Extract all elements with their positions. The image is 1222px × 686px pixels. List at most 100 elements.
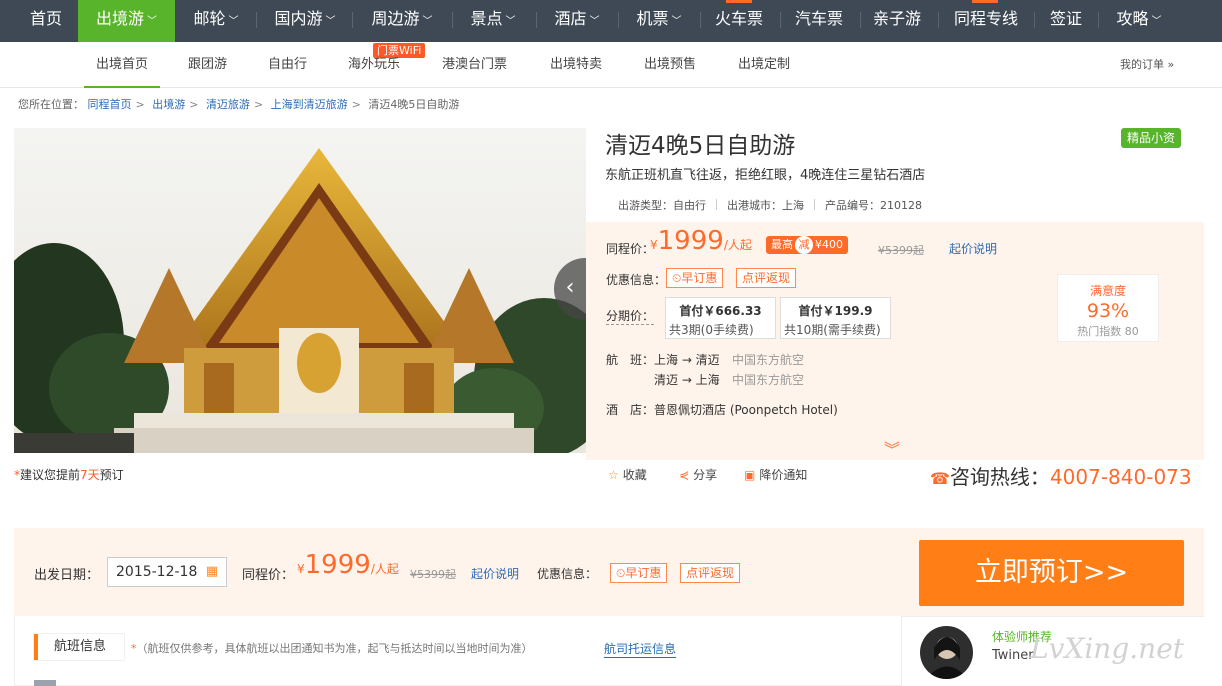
nav-guides[interactable]: 攻略 ﹀ [1104,0,1174,42]
nav-nearby[interactable]: 周边游 ﹀ [358,0,446,42]
breadcrumb-chiangmai[interactable]: 清迈旅游 [206,98,250,111]
booking-price-value: ¥1999/人起 [297,550,399,580]
nav-family[interactable]: 亲子游 [864,0,930,42]
subnav-label: 出境定制 [738,57,791,72]
booking-review-cashback-tag[interactable]: 点评返现 [680,563,741,583]
my-orders-label: 我的订单 [1120,58,1164,71]
subnav-outbound-home[interactable]: 出境首页 [84,42,160,88]
discount-amount: ¥400 [815,238,843,251]
subnav-hmt-tickets[interactable]: 港澳台门票 [442,42,507,88]
hotline-number: 4007-840-073 [1049,465,1192,489]
price-value: ¥1999/人起 [650,226,752,256]
subnav-label: 出境首页 [95,57,148,72]
breadcrumb-separator: > [189,98,199,111]
subnav-outbound-sale[interactable]: 出境特卖 [550,42,602,88]
nav-label: 汽车票 [794,9,843,28]
departure-date-input[interactable]: 2015-12-18 ▦ [107,557,227,587]
nav-flight[interactable]: 机票 ﹀ [624,0,694,42]
chevron-down-icon: ﹀ [505,16,516,27]
nav-label: 景点 [470,9,503,28]
temple-photo [14,128,586,453]
product-photo[interactable] [14,128,586,453]
top-nav: 首页 出境游 ﹀ 邮轮 ﹀ 国内游 ﹀ 周边游 ﹀ 景点 ﹀ 酒店 ﹀ 机票 ﹀ 火车票 汽车… [0,0,1222,42]
nav-label: 出境游 [95,9,144,28]
hotline-label: 咨询热线： [949,465,1050,489]
subnav-label: 自由行 [268,57,308,72]
subnav-label: 出境特卖 [550,57,603,72]
installment-label: 分期价： [606,309,655,325]
review-cashback-tag[interactable]: 点评返现 [736,268,797,288]
booking-hint: *建议您提前7天预订 [14,466,124,483]
share-button[interactable]: ⋞ 分享 [679,466,717,483]
nav-train[interactable]: 火车票 [706,0,772,42]
nav-divider [1034,12,1035,28]
favorite-label: 收藏 [622,468,647,482]
flight-note-text: （航班仅供参考，具体航班以出团通知书为准，起飞与抵达时间以当地时间为准） [136,642,533,655]
breadcrumb-separator: > [351,98,361,111]
subnav-custom[interactable]: 出境定制 [738,42,790,88]
chevron-down-icon: ﹀ [589,16,600,27]
breadcrumb-shanghai-chiangmai[interactable]: 上海到清迈旅游 [271,98,348,111]
nav-outbound[interactable]: 出境游 ﹀ [78,0,175,42]
expert-name[interactable]: Twiner [992,648,1034,663]
hint-post: 预订 [99,468,124,482]
nav-label: 亲子游 [872,9,921,28]
nav-home[interactable]: 首页 [14,0,78,42]
flight-return-airline: 中国东方航空 [732,373,805,387]
avatar-image [926,637,968,679]
satisfaction-value: 93% [1086,300,1130,322]
avatar[interactable] [920,626,973,679]
subnav-overseas-fun[interactable]: 海外玩乐 [348,42,400,88]
chevron-down-icon: ﹀ [1151,16,1162,27]
nav-domestic[interactable]: 国内游 ﹀ [262,0,348,42]
hotel-label: 酒 店： [606,403,655,417]
booking-price-label: 同程价： [242,568,295,583]
chevron-down-icon: ﹀ [671,16,682,27]
star-icon: ☆ [608,468,619,482]
price-alert-button[interactable]: ▣ 降价通知 [744,466,807,483]
clock-icon: ⏲ [616,566,626,580]
departure-city: 出港城市：上海 [727,199,804,212]
breadcrumb-home[interactable]: 同程首页 [88,98,132,111]
nav-attractions[interactable]: 景点 ﹀ [458,0,528,42]
subnav-presale[interactable]: 出境预售 [644,42,696,88]
flight-info-tab[interactable]: 航班信息 [34,634,124,660]
meta-divider [716,199,717,210]
sub-nav: 出境首页 跟团游 自由行 门票WiFi 海外玩乐 港澳台门票 出境特卖 出境预售… [0,42,1222,88]
subnav-free-travel[interactable]: 自由行 [268,42,307,88]
nav-special-line[interactable]: 同程专线 [944,0,1028,42]
book-now-button[interactable]: 立即预订>> [919,540,1184,606]
subnav-group-tour[interactable]: 跟团游 [188,42,227,88]
nav-hotel[interactable]: 酒店 ﹀ [542,0,612,42]
nav-label: 同程专线 [953,9,1018,28]
nav-visa[interactable]: 签证 [1040,0,1092,42]
booking-early-bird-tag[interactable]: ⏲早订惠 [610,563,668,583]
price-explain-link[interactable]: 起价说明 [949,240,997,257]
favorite-button[interactable]: ☆ 收藏 [608,466,647,483]
date-label: 出发日期： [34,568,100,583]
breadcrumb-outbound[interactable]: 出境游 [152,98,185,111]
flight-outbound: 上海 → 清迈 [654,353,720,367]
nav-bus[interactable]: 汽车票 [786,0,852,42]
early-bird-tag[interactable]: ⏲早订惠 [666,268,724,288]
promo-label: 优惠信息： [606,273,667,287]
hint-pre: 建议您提前 [20,468,81,482]
nav-label: 首页 [29,9,62,28]
expand-chevron-icon[interactable]: ︾ [884,436,900,460]
flight-note: *（航班仅供参考，具体航班以出团通知书为准，起飞与抵达时间以当地时间为准） [131,640,533,656]
installment-option-10[interactable]: 首付￥199.9 共10期(需手续费) [780,297,891,339]
installment-option-3[interactable]: 首付￥666.33 共3期(0手续费) [665,297,776,339]
my-orders-link[interactable]: 我的订单 » [1120,42,1174,88]
booking-explain-link[interactable]: 起价说明 [471,565,519,582]
subnav-label: 出境预售 [644,57,697,72]
nav-divider [1098,12,1099,28]
date-value: 2015-12-18 [116,564,198,580]
nav-label: 邮轮 [193,9,226,28]
breadcrumb-separator: > [253,98,264,111]
booking-promo-1-label: 早订惠 [625,566,662,580]
nav-label: 攻略 [1116,9,1149,28]
nav-cruise[interactable]: 邮轮 ﹀ [180,0,252,42]
max-discount-tag: 最高减 ¥400 [766,236,848,254]
meta-divider [814,199,815,210]
airline-baggage-link[interactable]: 航司托运信息 [604,640,677,658]
